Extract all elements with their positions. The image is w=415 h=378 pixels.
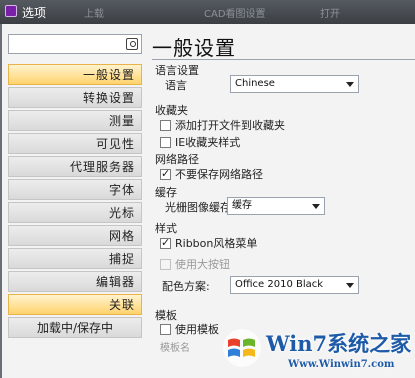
sidebar-item-font[interactable]: 字体 <box>8 179 142 200</box>
large-buttons-checkbox[interactable]: 使用大按钮 <box>160 256 230 272</box>
checkbox-box[interactable] <box>160 119 171 131</box>
sidebar-item-editor[interactable]: 编辑器 <box>8 271 142 292</box>
use-template-checkbox[interactable]: 使用模板 <box>160 321 219 337</box>
checkbox-label: Ribbon风格菜单 <box>175 237 258 250</box>
sidebar-item-conversion[interactable]: 转换设置 <box>8 87 142 108</box>
sidebar-item-visibility[interactable]: 可见性 <box>8 133 142 154</box>
language-label: 语言 <box>165 79 187 92</box>
watermark: Win7系统之家 Www.Winwin7.com <box>216 318 415 378</box>
color-scheme-value: Office 2010 Black <box>235 279 324 290</box>
sidebar: 一般设置 转换设置 测量 可见性 代理服务器 字体 光标 网格 捕捉 编辑器 关… <box>8 32 142 372</box>
sidebar-search-input[interactable] <box>8 34 142 54</box>
checkbox-label: 使用模板 <box>175 323 219 336</box>
page-title: 一般设置 <box>152 36 236 60</box>
checkbox-label: IE收藏夹样式 <box>175 136 241 149</box>
checkbox-box[interactable] <box>160 136 171 148</box>
sidebar-item-measure[interactable]: 测量 <box>8 110 142 131</box>
raster-cache-dropdown[interactable]: 缓存 <box>227 197 325 215</box>
ie-style-checkbox[interactable]: IE收藏夹样式 <box>160 134 240 150</box>
chevron-down-icon <box>346 283 354 288</box>
windows-logo-icon <box>223 329 261 367</box>
ghost-tab: CAD看图设置 <box>204 9 266 20</box>
checkbox-box[interactable] <box>160 236 171 249</box>
ghost-tab: 上载 <box>84 9 104 20</box>
window-title: 选项 <box>22 6 47 20</box>
checkbox-label: 使用大按钮 <box>175 258 230 271</box>
sidebar-item-cursor[interactable]: 光标 <box>8 202 142 223</box>
sidebar-item-snap[interactable]: 捕捉 <box>8 248 142 269</box>
section-language: 语言设置 <box>155 64 199 77</box>
raster-cache-label: 光栅图像缓存: <box>165 201 235 214</box>
sidebar-nav: 一般设置 转换设置 测量 可见性 代理服务器 字体 光标 网格 捕捉 编辑器 关… <box>8 64 142 340</box>
window-titlebar: 选项 上载 CAD看图设置 打开 <box>0 0 415 24</box>
checkbox-label: 不要保存网络路径 <box>175 168 263 181</box>
sidebar-item-proxy[interactable]: 代理服务器 <box>8 156 142 177</box>
chevron-down-icon <box>346 82 354 87</box>
language-value: Chinese <box>235 78 275 89</box>
color-scheme-dropdown[interactable]: Office 2010 Black <box>230 276 359 294</box>
watermark-url: Www.Winwin7.com <box>288 359 395 370</box>
no-save-network-path-checkbox[interactable]: 不要保存网络路径 <box>160 166 263 182</box>
sidebar-item-general[interactable]: 一般设置 <box>8 64 142 85</box>
section-network: 网络路径 <box>155 153 199 166</box>
app-icon <box>5 5 17 17</box>
ribbon-menu-checkbox[interactable]: Ribbon风格菜单 <box>160 235 257 251</box>
add-open-files-checkbox[interactable]: 添加打开文件到收藏夹 <box>160 117 285 133</box>
ghost-tab: 打开 <box>320 9 340 20</box>
raster-cache-value: 缓存 <box>232 200 252 211</box>
section-cache: 缓存 <box>155 186 177 199</box>
title-divider <box>152 59 415 60</box>
checkbox-label: 添加打开文件到收藏夹 <box>175 119 285 132</box>
sidebar-item-load-save[interactable]: 加载中/保存中 <box>8 317 142 338</box>
sidebar-item-association[interactable]: 关联 <box>8 294 142 315</box>
checkbox-box[interactable] <box>160 258 171 270</box>
template-name-label: 模板名 <box>160 343 190 354</box>
checkbox-box[interactable] <box>160 167 171 180</box>
color-scheme-label: 配色方案: <box>162 280 210 293</box>
section-favorites: 收藏夹 <box>155 104 188 117</box>
search-icon[interactable] <box>126 38 138 50</box>
language-dropdown[interactable]: Chinese <box>230 75 359 93</box>
checkbox-box[interactable] <box>160 323 171 335</box>
chevron-down-icon <box>312 204 320 209</box>
sidebar-item-grid[interactable]: 网格 <box>8 225 142 246</box>
section-style: 样式 <box>155 222 177 235</box>
watermark-brand: Win7系统之家 <box>266 331 412 356</box>
